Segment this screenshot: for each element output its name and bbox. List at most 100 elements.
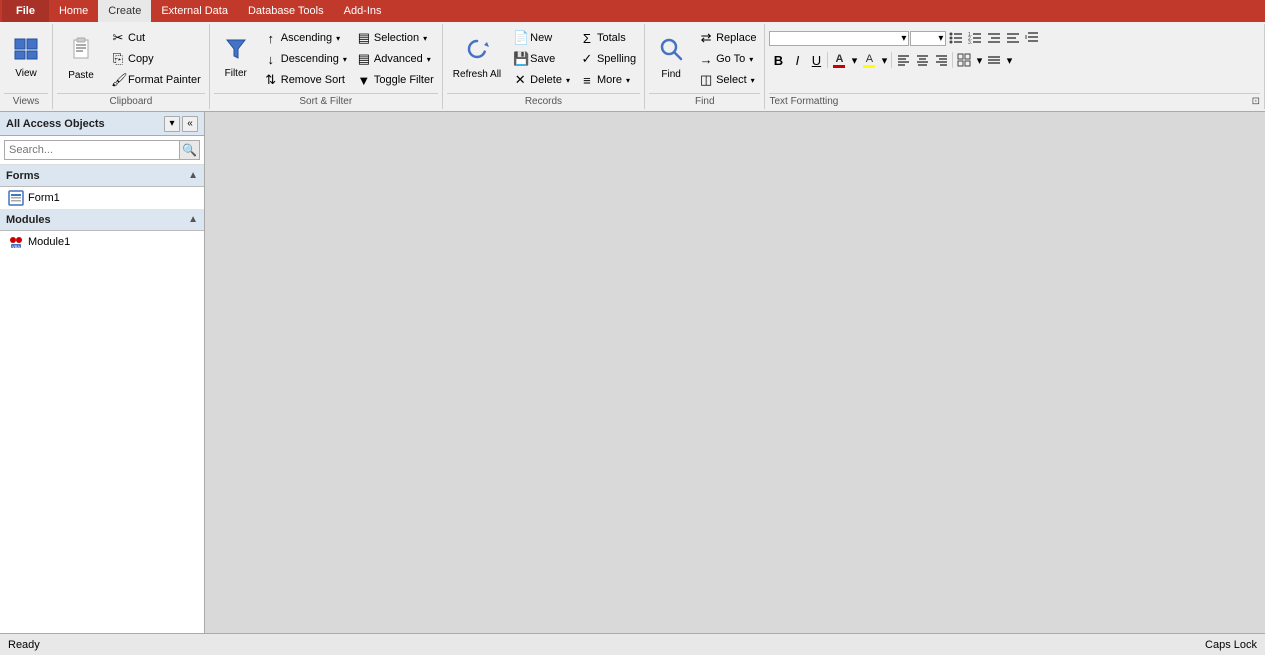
- paste-button[interactable]: Paste: [57, 26, 105, 92]
- more-button[interactable]: ≡ More ▾: [576, 70, 640, 90]
- align-left-button[interactable]: [894, 51, 912, 69]
- go-to-label: Go To: [716, 53, 745, 65]
- font-color-button[interactable]: A: [830, 51, 848, 69]
- italic-button[interactable]: I: [788, 51, 806, 69]
- paste-button-label: Paste: [68, 70, 94, 82]
- align-right-button[interactable]: [932, 51, 950, 69]
- tab-home[interactable]: Home: [49, 0, 98, 22]
- records-col1: 📄 New 💾 Save ✕ Delete ▾: [509, 26, 574, 90]
- copy-button[interactable]: ⎘ Copy: [107, 49, 205, 69]
- descending-dropdown-arrow: ▾: [343, 55, 347, 64]
- ascending-button[interactable]: ↑ Ascending ▾: [260, 28, 351, 48]
- bullets-button[interactable]: [947, 29, 965, 47]
- align-center-button[interactable]: [913, 51, 931, 69]
- tab-file[interactable]: File: [2, 0, 49, 22]
- filter-button[interactable]: Filter: [214, 26, 258, 92]
- ribbon-tabs-bar: File Home Create External Data Database …: [0, 0, 1265, 22]
- ascending-dropdown-arrow: ▾: [336, 34, 340, 43]
- totals-button[interactable]: Σ Totals: [576, 28, 640, 48]
- lines-button[interactable]: [985, 51, 1003, 69]
- tab-add-ins[interactable]: Add-Ins: [334, 0, 392, 22]
- form1-label: Form1: [28, 192, 60, 204]
- find-button-label: Find: [661, 69, 680, 81]
- grid-dropdown[interactable]: ▾: [974, 51, 984, 69]
- sidebar-title: All Access Objects: [6, 118, 105, 130]
- bold-button[interactable]: B: [769, 51, 787, 69]
- remove-sort-button[interactable]: ⇅ Remove Sort: [260, 70, 351, 90]
- go-to-button[interactable]: → Go To ▾: [695, 49, 760, 69]
- form-icon: [8, 190, 24, 206]
- sort-col: ↑ Ascending ▾ ↓ Descending ▾ ⇅ Remove So…: [260, 26, 351, 90]
- font-family-value: [772, 33, 775, 44]
- sidebar-collapse-button[interactable]: «: [182, 116, 198, 132]
- delete-dropdown-arrow: ▾: [566, 76, 570, 85]
- tf-divider3: [952, 52, 953, 68]
- font-family-combo[interactable]: ▾: [769, 31, 909, 46]
- view-icon: [14, 38, 38, 64]
- find-col: ⇄ Replace → Go To ▾ ◫ Select ▾: [695, 26, 760, 90]
- toggle-filter-button[interactable]: ▼ Toggle Filter: [353, 70, 438, 90]
- lines-dropdown[interactable]: ▾: [1004, 51, 1014, 69]
- font-size-value: [913, 33, 916, 44]
- copy-label: Copy: [128, 53, 154, 65]
- sidebar-item-form1[interactable]: Form1: [0, 187, 204, 209]
- new-button[interactable]: 📄 New: [509, 28, 574, 48]
- line-spacing-button[interactable]: [1023, 29, 1041, 47]
- status-caps-lock: Caps Lock: [1205, 639, 1257, 651]
- cut-icon: ✂: [111, 30, 125, 46]
- find-button[interactable]: Find: [649, 26, 693, 92]
- advanced-button[interactable]: ▤ Advanced ▾: [353, 49, 438, 69]
- selection-label: Selection: [374, 32, 419, 44]
- refresh-all-button[interactable]: Refresh All: [447, 26, 507, 92]
- tab-external-data[interactable]: External Data: [151, 0, 238, 22]
- save-button[interactable]: 💾 Save: [509, 49, 574, 69]
- spelling-button[interactable]: ✓ Spelling: [576, 49, 640, 69]
- tf-expand-icon[interactable]: ⊡: [1252, 96, 1260, 107]
- sidebar-item-module1[interactable]: VBA Module1: [0, 231, 204, 253]
- numbered-list-button[interactable]: 1.2.3.: [966, 29, 984, 47]
- select-dropdown-arrow: ▾: [751, 76, 755, 85]
- group-text-formatting: ▾ ▾ 1.2.3.: [765, 24, 1265, 109]
- cut-button[interactable]: ✂ Cut: [107, 28, 205, 48]
- underline-button[interactable]: U: [807, 51, 825, 69]
- ribbon: View Views Paste: [0, 22, 1265, 112]
- toggle-filter-label: Toggle Filter: [374, 74, 434, 86]
- totals-label: Totals: [597, 32, 626, 44]
- sidebar-search-button[interactable]: 🔍: [180, 140, 200, 160]
- copy-icon: ⎘: [111, 51, 125, 67]
- group-clipboard-label: Clipboard: [57, 93, 205, 107]
- new-icon: 📄: [513, 30, 527, 46]
- selection-dropdown-arrow: ▾: [423, 34, 427, 43]
- tab-database-tools[interactable]: Database Tools: [238, 0, 334, 22]
- totals-icon: Σ: [580, 31, 594, 46]
- highlight-dropdown[interactable]: ▾: [879, 51, 889, 69]
- format-painter-button[interactable]: 🖌 Format Painter: [107, 70, 205, 90]
- replace-button[interactable]: ⇄ Replace: [695, 28, 760, 48]
- outdent-button[interactable]: [1004, 29, 1022, 47]
- group-text-formatting-label: Text Formatting⊡: [769, 93, 1260, 107]
- selection-button[interactable]: ▤ Selection ▾: [353, 28, 438, 48]
- font-size-combo[interactable]: ▾: [910, 31, 946, 46]
- work-area: [205, 112, 1265, 633]
- delete-button[interactable]: ✕ Delete ▾: [509, 70, 574, 90]
- grid-button[interactable]: [955, 51, 973, 69]
- descending-button[interactable]: ↓ Descending ▾: [260, 49, 351, 69]
- font-color-dropdown[interactable]: ▾: [849, 51, 859, 69]
- sidebar-section-modules-header[interactable]: Modules ▲: [0, 209, 204, 231]
- highlight-button[interactable]: A: [860, 51, 878, 69]
- text-format-row1: ▾ ▾ 1.2.3.: [769, 28, 1041, 48]
- sidebar-search-area: 🔍: [0, 136, 204, 165]
- group-views-label: Views: [4, 93, 48, 107]
- advanced-label: Advanced: [374, 53, 423, 65]
- sidebar-section-forms-header[interactable]: Forms ▲: [0, 165, 204, 187]
- delete-label: Delete: [530, 74, 562, 86]
- select-button[interactable]: ◫ Select ▾: [695, 70, 760, 90]
- tab-create[interactable]: Create: [98, 0, 151, 22]
- selection-icon: ▤: [357, 30, 371, 46]
- view-button[interactable]: View: [4, 26, 48, 92]
- sidebar-menu-button[interactable]: ▾: [164, 116, 180, 132]
- indent-button[interactable]: [985, 29, 1003, 47]
- go-to-icon: →: [699, 52, 713, 67]
- sidebar-search-input[interactable]: [4, 140, 180, 160]
- group-find-label: Find: [649, 93, 760, 107]
